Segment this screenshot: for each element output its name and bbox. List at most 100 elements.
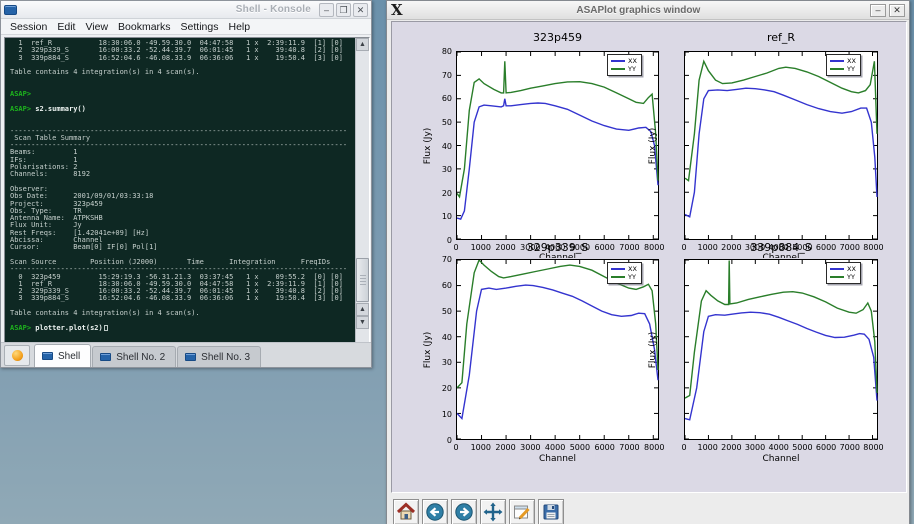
plot-titlebar[interactable]: X ASAPlot graphics window – ✕: [387, 1, 909, 20]
back-button[interactable]: [422, 499, 448, 524]
y-tick-label: 70: [432, 71, 452, 80]
legend-entry: XX: [611, 57, 637, 65]
subplot-title: ref_R: [721, 31, 841, 44]
legend-entry: XX: [830, 57, 856, 65]
desktop: { "konsole": { "title": "Shell - Konsole…: [0, 0, 914, 524]
legend-line-sample: [611, 276, 625, 278]
save-icon: [541, 502, 561, 522]
y-tick-label: 20: [432, 384, 452, 393]
menu-settings[interactable]: Settings: [176, 21, 224, 33]
xlabel: Channel: [751, 454, 811, 464]
tab-label: Shell: [58, 351, 80, 362]
minimize-button[interactable]: –: [319, 3, 334, 17]
x11-icon: X: [391, 3, 403, 18]
legend-entry: XX: [830, 265, 856, 273]
menu-session[interactable]: Session: [5, 21, 52, 33]
close-button[interactable]: ✕: [353, 3, 368, 17]
terminal-icon: [4, 5, 17, 15]
y-tick-label: 30: [432, 358, 452, 367]
legend-line-sample: [611, 268, 625, 270]
series-XX: [685, 88, 877, 217]
y-tick-label: 40: [432, 333, 452, 342]
legend-label: XX: [847, 57, 856, 65]
y-tick-label: 10: [432, 410, 452, 419]
legend: XXYY: [607, 262, 642, 284]
plot-toolbar: [391, 497, 907, 524]
y-tick-label: 30: [432, 165, 452, 174]
axes-323p459[interactable]: [456, 51, 659, 240]
home-icon: [396, 502, 416, 522]
pan-button[interactable]: [480, 499, 506, 524]
series-XX: [457, 99, 658, 219]
forward-icon: [454, 502, 474, 522]
plot-minimize-button[interactable]: –: [870, 4, 886, 17]
scroll-down-icon[interactable]: ▼: [356, 316, 369, 329]
legend-label: YY: [847, 65, 855, 73]
legend-entry: YY: [830, 65, 856, 73]
legend-entry: YY: [611, 273, 637, 281]
figure-canvas[interactable]: 0100020003000400050006000700080000102030…: [391, 21, 907, 493]
legend-label: XX: [847, 265, 856, 273]
terminal-icon: [185, 353, 196, 361]
x-tick-label: 8000: [638, 243, 670, 252]
xlabel: Channel: [528, 454, 588, 464]
plot-close-button[interactable]: ✕: [889, 4, 905, 17]
pan-icon: [483, 502, 503, 522]
legend: XXYY: [826, 262, 861, 284]
y-tick-label: 50: [432, 118, 452, 127]
y-tick-label: 50: [432, 307, 452, 316]
menu-edit[interactable]: Edit: [52, 21, 80, 33]
new-session-button[interactable]: [4, 345, 30, 366]
legend-line-sample: [830, 276, 844, 278]
legend-label: XX: [628, 57, 637, 65]
series-XX: [457, 285, 658, 418]
axes-ref_R[interactable]: [684, 51, 878, 240]
new-session-icon: [12, 350, 23, 361]
legend-entry: XX: [611, 265, 637, 273]
ylabel: Flux (Jy): [423, 127, 433, 164]
series-YY: [457, 61, 658, 197]
konsole-menubar: Session Edit View Bookmarks Settings Hel…: [1, 19, 371, 35]
tab-shell-3[interactable]: Shell No. 3: [177, 346, 261, 367]
plot-area: [685, 260, 879, 441]
menu-bookmarks[interactable]: Bookmarks: [113, 21, 176, 33]
y-tick-label: 70: [432, 255, 452, 264]
konsole-titlebar[interactable]: Shell - Konsole – ❐ ✕: [1, 1, 371, 19]
subplot-title: 329p339_S: [498, 241, 618, 254]
menu-view[interactable]: View: [80, 21, 113, 33]
zoom-rect-button[interactable]: [509, 499, 535, 524]
terminal-scrollbar[interactable]: ▲ ▲ ▼: [355, 38, 369, 342]
tab-shell[interactable]: Shell: [34, 344, 91, 367]
terminal-icon: [42, 352, 53, 360]
axes-329p339_S[interactable]: [456, 259, 659, 440]
terminal-text: 1 ref_R 18:30:06.0 -49.59.30.0 04:47:58 …: [5, 38, 355, 342]
menu-help[interactable]: Help: [224, 21, 256, 33]
legend-label: YY: [628, 65, 636, 73]
maximize-button[interactable]: ❐: [336, 3, 351, 17]
plot-window-title: ASAPlot graphics window: [407, 5, 870, 16]
legend-entry: YY: [611, 65, 637, 73]
y-tick-label: 40: [432, 142, 452, 151]
terminal[interactable]: 1 ref_R 18:30:06.0 -49.59.30.0 04:47:58 …: [4, 37, 370, 343]
forward-button[interactable]: [451, 499, 477, 524]
back-icon: [425, 502, 445, 522]
terminal-icon: [100, 353, 111, 361]
legend-line-sample: [611, 68, 625, 70]
scroll-up2-icon[interactable]: ▲: [356, 303, 369, 316]
x-tick-label: 8000: [857, 243, 889, 252]
legend-line-sample: [830, 268, 844, 270]
legend-label: XX: [628, 265, 637, 273]
tab-label: Shell No. 3: [201, 352, 250, 363]
asapplot-window: X ASAPlot graphics window – ✕ 0100020003…: [386, 0, 910, 524]
y-tick-label: 0: [432, 436, 452, 445]
save-button[interactable]: [538, 499, 564, 524]
scroll-up-icon[interactable]: ▲: [356, 38, 369, 51]
tab-shell-2[interactable]: Shell No. 2: [92, 346, 176, 367]
legend-line-sample: [830, 60, 844, 62]
y-tick-label: 60: [432, 281, 452, 290]
legend-entry: YY: [830, 273, 856, 281]
series-YY: [685, 61, 877, 180]
home-button[interactable]: [393, 499, 419, 524]
scrollbar-thumb[interactable]: [356, 258, 369, 302]
axes-339p884_S[interactable]: [684, 259, 878, 440]
